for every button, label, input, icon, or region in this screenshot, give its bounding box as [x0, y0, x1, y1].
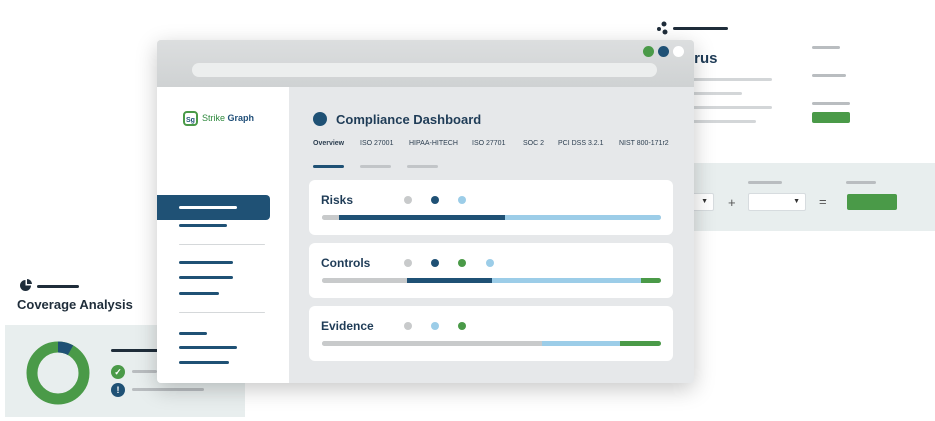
pie-chart-icon	[20, 279, 32, 291]
equals-sign: =	[819, 194, 827, 209]
legend-dot	[431, 196, 439, 204]
text-line	[132, 388, 204, 391]
back-panel-title: irus	[690, 50, 718, 67]
controls-card[interactable]: Controls	[309, 243, 673, 298]
evidence-card[interactable]: Evidence	[309, 306, 673, 361]
progress-segment-green	[620, 341, 661, 346]
sidebar-item[interactable]	[179, 346, 237, 349]
tab-overview[interactable]: Overview	[313, 140, 344, 147]
title-dot-icon	[313, 112, 327, 126]
progress-segment-green	[640, 278, 661, 283]
select-dropdown[interactable]: ▼	[748, 193, 806, 211]
page-title: Compliance Dashboard	[336, 112, 482, 127]
tab-underline	[360, 165, 391, 168]
address-bar[interactable]	[192, 63, 657, 77]
green-action-button[interactable]	[812, 112, 850, 123]
card-title: Controls	[321, 256, 371, 270]
sidebar-item[interactable]	[179, 361, 229, 364]
label-line	[846, 181, 876, 184]
sidebar-divider	[179, 244, 265, 245]
progress-segment-gray	[322, 278, 407, 283]
evidence-progress-bar	[322, 341, 661, 346]
sidebar-item[interactable]	[179, 292, 219, 295]
progress-segment-navy	[406, 278, 492, 283]
tab-iso-27001[interactable]: ISO 27001	[360, 140, 393, 147]
tab-pci-dss[interactable]: PCI DSS 3.2.1	[558, 140, 604, 147]
tab-nist[interactable]: NIST 800-171r2	[619, 140, 669, 147]
window-navy-dot[interactable]	[658, 46, 669, 57]
card-title: Risks	[321, 193, 354, 207]
legend-dot	[458, 196, 466, 204]
sidebar-item[interactable]	[179, 332, 207, 335]
main-content: Compliance Dashboard Overview ISO 27001 …	[289, 87, 694, 383]
caret-down-icon: ▼	[701, 198, 708, 205]
legend-dot	[404, 259, 412, 267]
text-line	[690, 78, 772, 81]
progress-segment-gray	[322, 215, 339, 220]
logo-text: Strike Graph	[202, 113, 255, 123]
progress-segment-light_blue	[491, 278, 641, 283]
strike-graph-logo: Sg Strike Graph	[183, 109, 254, 127]
legend-dot	[458, 259, 466, 267]
text-line	[690, 106, 772, 109]
sidebar-divider	[179, 312, 265, 313]
exclamation-icon: !	[111, 383, 125, 397]
legend-dot	[486, 259, 494, 267]
text-line	[690, 120, 756, 123]
progress-segment-gray	[322, 341, 543, 346]
calculator-strip: ▼ + ▼ =	[688, 163, 935, 231]
window-white-dot[interactable]	[673, 46, 684, 57]
label-line	[812, 74, 846, 77]
progress-segment-light_blue	[542, 341, 621, 346]
label-line	[812, 46, 840, 49]
text-line	[690, 92, 742, 95]
network-icon	[657, 21, 668, 35]
coverage-title: Coverage Analysis	[17, 297, 133, 312]
sidebar-item-active[interactable]	[157, 195, 270, 220]
card-title: Evidence	[321, 319, 374, 333]
risks-card[interactable]: Risks	[309, 180, 673, 235]
header-line	[673, 27, 728, 30]
text-line	[111, 349, 159, 352]
progress-segment-navy	[338, 215, 506, 220]
coverage-donut-chart	[26, 341, 90, 405]
sidebar: Sg Strike Graph	[157, 87, 289, 383]
risks-progress-bar	[322, 215, 661, 220]
label-line	[812, 102, 850, 105]
tab-soc-2[interactable]: SOC 2	[523, 140, 544, 147]
progress-segment-light_blue	[505, 215, 661, 220]
sidebar-item[interactable]	[179, 261, 233, 264]
check-icon: ✓	[111, 365, 125, 379]
legend-dot	[404, 196, 412, 204]
sidebar-item[interactable]	[179, 224, 227, 227]
legend-dot	[404, 322, 412, 330]
legend-dot	[458, 322, 466, 330]
tab-hipaa-hitech[interactable]: HIPAA-HITECH	[409, 140, 458, 147]
tab-underline	[407, 165, 438, 168]
text-line	[132, 370, 157, 373]
donut-green-ring	[26, 341, 90, 405]
browser-window: Sg Strike Graph Compliance Dashboard Ove…	[157, 40, 694, 383]
tab-underline-active	[313, 165, 344, 168]
window-titlebar	[157, 40, 694, 87]
legend-dot	[431, 322, 439, 330]
window-green-dot[interactable]	[643, 46, 654, 57]
legend-dot	[431, 259, 439, 267]
label-line	[748, 181, 782, 184]
sidebar-item-label	[179, 206, 237, 209]
result-button[interactable]	[847, 194, 897, 210]
caret-down-icon: ▼	[793, 198, 800, 205]
tab-iso-27701[interactable]: ISO 27701	[472, 140, 505, 147]
header-line	[37, 285, 79, 288]
plus-sign: +	[728, 195, 736, 210]
sidebar-item[interactable]	[179, 276, 233, 279]
logo-mark: Sg	[183, 110, 198, 126]
controls-progress-bar	[322, 278, 661, 283]
